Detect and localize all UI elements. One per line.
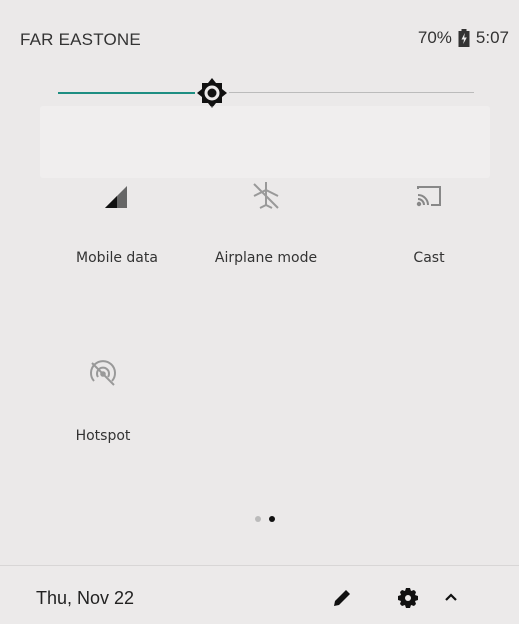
page-indicator <box>255 516 275 522</box>
brightness-track-filled <box>58 92 195 94</box>
pencil-icon[interactable] <box>328 584 356 612</box>
status-indicators: 70% 5:07 <box>418 28 509 48</box>
battery-charging-icon <box>458 29 470 47</box>
tile-label: Mobile data <box>76 250 158 266</box>
carrier-name: FAR EASTONE <box>20 30 141 49</box>
quick-settings-footer: Thu, Nov 22 <box>0 565 519 624</box>
airplane-off-icon <box>246 176 286 216</box>
brightness-track <box>229 92 474 93</box>
status-bar: FAR EASTONE 70% 5:07 <box>0 0 519 80</box>
brightness-icon[interactable] <box>195 76 229 110</box>
clock: 5:07 <box>475 28 509 47</box>
cast-icon <box>409 176 449 216</box>
hotspot-off-icon <box>83 354 123 394</box>
tile-hotspot[interactable]: Hotspot <box>23 354 183 444</box>
date-label: Thu, Nov 22 <box>36 588 135 608</box>
battery-percent: 70% <box>417 28 452 47</box>
page-dot[interactable] <box>255 516 261 522</box>
tile-label: Hotspot <box>75 428 131 444</box>
background-search-bar <box>40 106 490 178</box>
cellular-signal-icon <box>97 176 137 216</box>
brightness-slider[interactable] <box>58 78 474 108</box>
tile-cast[interactable]: Cast <box>349 176 509 266</box>
tile-label: Airplane mode <box>214 250 318 266</box>
tile-airplane-mode[interactable]: Airplane mode <box>186 176 346 266</box>
tile-label: Cast <box>413 250 445 266</box>
tile-mobile-data[interactable]: Mobile data <box>37 176 197 266</box>
gear-icon[interactable] <box>394 584 422 612</box>
page-dot-active <box>269 516 275 522</box>
chevron-up-icon[interactable] <box>437 584 465 612</box>
